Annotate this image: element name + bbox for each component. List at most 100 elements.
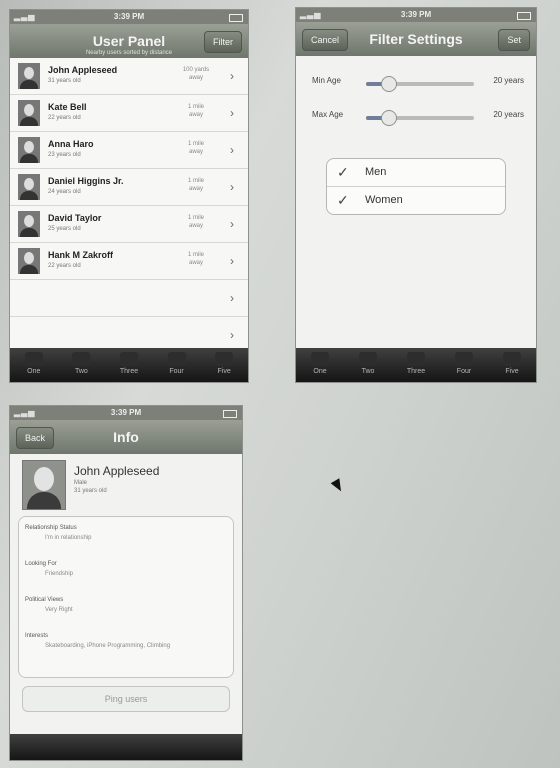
chevron-right-icon: › xyxy=(230,217,234,231)
user-age: 23 years old xyxy=(48,152,81,158)
field-value: Skateboarding, iPhone Programming, Climb… xyxy=(45,643,171,649)
tab-icon xyxy=(72,352,91,366)
field-label: Looking For xyxy=(25,561,57,567)
profile-age: 31 years old xyxy=(74,488,107,494)
list-item[interactable]: Hank M Zakroff 22 years old 1 mile away › xyxy=(10,243,248,280)
list-item[interactable]: John Appleseed 31 years old 100 yards away… xyxy=(10,58,248,95)
min-age-value: 20 years xyxy=(493,76,524,85)
user-name: Anna Haro xyxy=(48,139,94,149)
max-age-value: 20 years xyxy=(493,110,524,119)
user-name: Hank M Zakroff xyxy=(48,250,114,260)
chevron-right-icon: › xyxy=(230,254,234,268)
profile-name: John Appleseed xyxy=(74,464,160,478)
slider-knob[interactable] xyxy=(380,76,397,92)
option-men[interactable]: ✓ Men xyxy=(327,159,505,186)
user-name: Daniel Higgins Jr. xyxy=(48,176,124,186)
battery-icon xyxy=(229,14,243,22)
tab-label: Five xyxy=(217,368,231,375)
tab-one[interactable]: One xyxy=(296,348,344,382)
user-name: John Appleseed xyxy=(48,65,118,75)
chevron-right-icon: › xyxy=(230,180,234,194)
battery-icon xyxy=(223,410,237,418)
tab-five[interactable]: Five xyxy=(200,348,248,382)
field-label: Political Views xyxy=(25,597,64,603)
nav-title: Info xyxy=(113,429,139,445)
chevron-right-icon: › xyxy=(230,291,234,305)
avatar xyxy=(22,460,66,510)
tab-label: Four xyxy=(456,368,472,375)
tab-label: Two xyxy=(361,368,375,375)
avatar xyxy=(18,137,40,163)
list-item-empty[interactable]: › xyxy=(10,280,248,317)
tab-icon xyxy=(119,352,138,366)
navigation-bar: User Panel Nearby users sorted by distan… xyxy=(10,24,248,58)
user-age: 24 years old xyxy=(48,189,81,195)
tab-label: Two xyxy=(74,368,88,375)
signal-icon: ▂▃▅ xyxy=(14,408,36,417)
list-item[interactable]: David Taylor 25 years old 1 mile away › xyxy=(10,206,248,243)
max-age-label: Max Age xyxy=(312,110,344,119)
user-info-screen: ▂▃▅ 3:39 PM Back Info John Appleseed Mal… xyxy=(10,406,242,760)
field-value: Friendship xyxy=(45,571,74,577)
tab-two[interactable]: Two xyxy=(344,348,392,382)
tab-one[interactable]: One xyxy=(10,348,58,382)
user-name: David Taylor xyxy=(48,213,102,223)
status-time: 3:39 PM xyxy=(110,408,142,417)
slider-knob[interactable] xyxy=(380,110,397,126)
option-label: Men xyxy=(365,166,387,178)
tab-three[interactable]: Three xyxy=(105,348,153,382)
navigation-bar: Cancel Filter Settings Set xyxy=(296,22,536,56)
min-age-slider[interactable] xyxy=(366,76,474,92)
tab-icon xyxy=(407,352,425,366)
avatar xyxy=(18,211,40,237)
min-age-label: Min Age xyxy=(312,76,341,85)
tab-icon xyxy=(167,352,186,366)
user-age: 22 years old xyxy=(48,263,81,269)
tab-three[interactable]: Three xyxy=(392,348,440,382)
checkmark-icon: ✓ xyxy=(337,164,349,180)
tab-icon xyxy=(311,352,329,366)
tab-label: Five xyxy=(505,368,519,375)
battery-icon xyxy=(517,12,531,20)
tab-label: Three xyxy=(119,368,139,375)
list-item[interactable]: Anna Haro 23 years old 1 mile away › xyxy=(10,132,248,169)
profile-details: Relationship Status I'm in relationship … xyxy=(18,516,234,678)
field-value: I'm in relationship xyxy=(45,535,92,541)
option-label: Women xyxy=(365,194,403,206)
user-age: 25 years old xyxy=(48,226,81,232)
checkmark-icon: ✓ xyxy=(337,192,349,208)
tab-bar: One Two Three Four Five xyxy=(10,348,248,382)
tab-five[interactable]: Five xyxy=(488,348,536,382)
max-age-slider[interactable] xyxy=(366,110,474,126)
tab-two[interactable]: Two xyxy=(58,348,106,382)
field-value: Very Right xyxy=(45,607,73,613)
user-name: Kate Bell xyxy=(48,102,87,112)
filter-button[interactable]: Filter xyxy=(204,31,242,53)
list-item[interactable]: Daniel Higgins Jr. 24 years old 1 mile awa… xyxy=(10,169,248,206)
tab-bar xyxy=(10,734,242,760)
filter-settings-screen: ▂▃▅ 3:39 PM Cancel Filter Settings Set M… xyxy=(296,8,536,382)
set-button[interactable]: Set xyxy=(498,29,530,51)
status-bar: ▂▃▅ 3:39 PM xyxy=(10,10,248,24)
user-distance: 100 yards away xyxy=(182,67,210,81)
tab-icon xyxy=(215,352,234,366)
signal-icon: ▂▃▅ xyxy=(300,10,322,19)
profile-gender: Male xyxy=(74,480,88,486)
chevron-right-icon: › xyxy=(230,143,234,157)
option-women[interactable]: ✓ Women xyxy=(327,186,505,214)
tab-label: Three xyxy=(406,368,426,375)
list-item[interactable]: Kate Bell 22 years old 1 mile away › xyxy=(10,95,248,132)
min-age-row: Min Age 20 years xyxy=(296,66,536,100)
tab-icon xyxy=(503,352,521,366)
user-age: 31 years old xyxy=(48,78,81,84)
chevron-right-icon: › xyxy=(230,69,234,83)
user-age: 22 years old xyxy=(48,115,81,121)
ping-users-button[interactable]: Ping users xyxy=(22,686,230,712)
tab-four[interactable]: Four xyxy=(153,348,201,382)
avatar xyxy=(18,174,40,200)
gender-options: ✓ Men ✓ Women xyxy=(326,158,506,215)
tab-four[interactable]: Four xyxy=(440,348,488,382)
field-label: Interests xyxy=(25,633,49,639)
tab-label: One xyxy=(313,368,327,375)
user-list: John Appleseed 31 years old 100 yards away… xyxy=(10,58,248,280)
